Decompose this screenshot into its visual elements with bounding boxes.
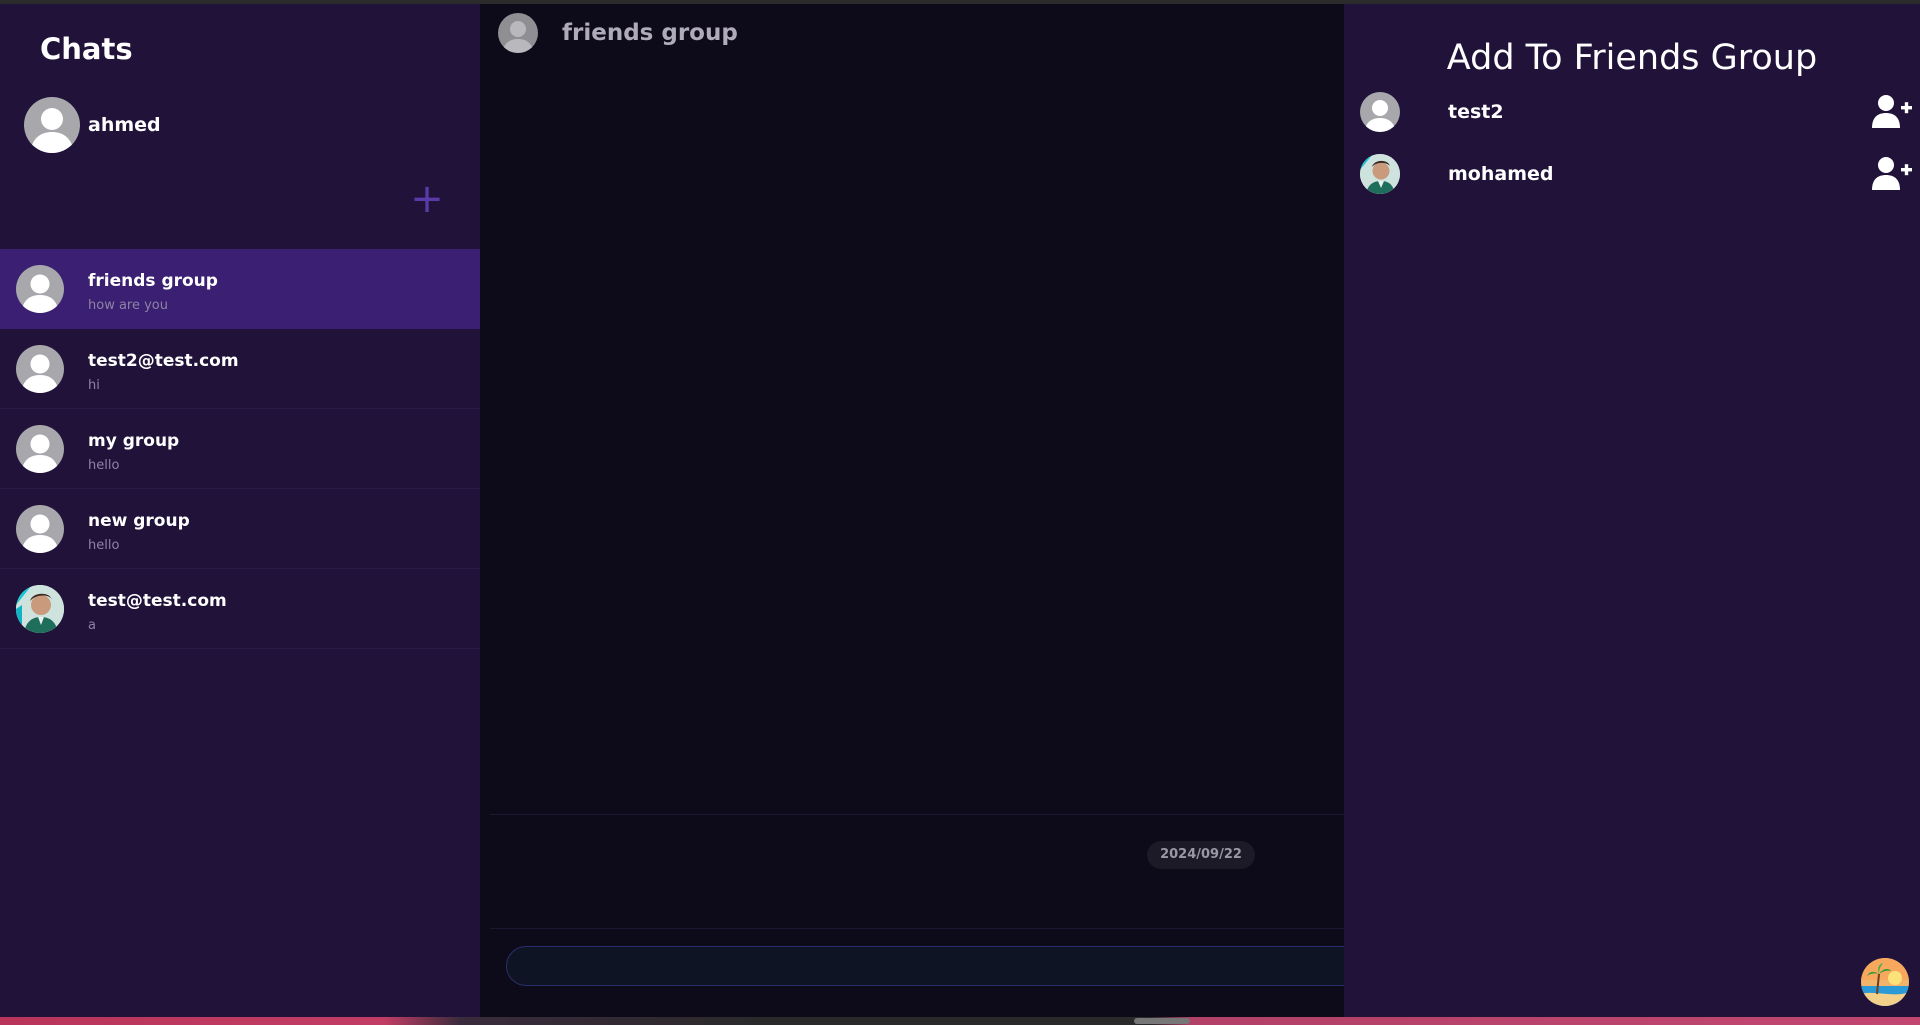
chat-preview: hello <box>88 458 120 473</box>
user-silhouette-icon <box>21 274 59 313</box>
user-avatar <box>1360 92 1400 132</box>
user-silhouette-icon <box>1364 100 1396 132</box>
current-user-avatar <box>24 97 80 153</box>
user-silhouette-icon <box>21 434 59 473</box>
user-name: test2 <box>1448 101 1504 123</box>
chat-avatar <box>16 265 64 313</box>
message-input[interactable] <box>506 946 1366 986</box>
chat-preview: a <box>88 618 96 633</box>
chat-preview: how are you <box>88 298 168 313</box>
chat-avatar <box>16 345 64 393</box>
user-silhouette-icon <box>21 354 59 393</box>
chat-item-test2[interactable]: test2@test.com hi <box>0 329 480 409</box>
add-user-row-test2: test2 <box>1360 92 1920 136</box>
conversation-title[interactable]: friends group <box>562 20 738 46</box>
user-name: mohamed <box>1448 163 1554 185</box>
floating-app-icon[interactable] <box>1861 958 1909 1006</box>
add-user-row-mohamed: mohamed <box>1360 154 1920 198</box>
taskbar-edge <box>0 1017 1920 1025</box>
user-avatar-photo <box>1360 154 1400 194</box>
conversation-header: friends group <box>498 13 738 53</box>
user-silhouette-icon <box>21 514 59 553</box>
date-separator: 2024/09/22 <box>1147 841 1255 869</box>
chat-item-friends-group[interactable]: friends group how are you <box>0 249 480 329</box>
add-to-group-panel: Add To Friends Group test2 mohamed <box>1344 4 1920 1017</box>
add-user-button[interactable] <box>1872 156 1912 190</box>
user-silhouette-icon <box>502 21 534 53</box>
chat-name: test@test.com <box>88 591 227 611</box>
chat-preview: hi <box>88 378 100 393</box>
chat-preview: hello <box>88 538 120 553</box>
chat-name: test2@test.com <box>88 351 239 371</box>
chat-item-test[interactable]: test@test.com a <box>0 569 480 649</box>
profile-photo-icon <box>1360 154 1400 194</box>
chat-list: friends group how are you test2@test.com… <box>0 249 480 649</box>
chat-name: new group <box>88 511 190 531</box>
taskbar-handle <box>1134 1018 1190 1024</box>
chat-item-my-group[interactable]: my group hello <box>0 409 480 489</box>
chats-sidebar: Chats ahmed + friends group how are you … <box>0 4 480 1017</box>
beach-icon <box>1861 958 1909 1006</box>
sidebar-title: Chats <box>40 32 133 66</box>
add-user-icon <box>1872 157 1912 190</box>
user-silhouette-icon <box>30 108 74 153</box>
current-user-name: ahmed <box>88 114 161 136</box>
chat-name: my group <box>88 431 180 451</box>
add-user-button[interactable] <box>1872 94 1912 128</box>
conversation-pane: friends group 2024/09/22 <box>480 4 1366 1017</box>
chat-item-new-group[interactable]: new group hello <box>0 489 480 569</box>
chat-avatar <box>16 425 64 473</box>
composer-divider <box>490 928 1344 929</box>
profile-photo-icon <box>16 585 64 633</box>
chat-name: friends group <box>88 271 218 291</box>
add-user-icon <box>1872 95 1912 128</box>
current-user[interactable]: ahmed <box>24 97 161 153</box>
panel-title: Add To Friends Group <box>1446 38 1818 78</box>
chat-avatar <box>16 505 64 553</box>
chat-avatar-photo <box>16 585 64 633</box>
new-chat-button[interactable]: + <box>410 179 444 219</box>
conversation-avatar[interactable] <box>498 13 538 53</box>
messages-divider <box>490 814 1344 815</box>
